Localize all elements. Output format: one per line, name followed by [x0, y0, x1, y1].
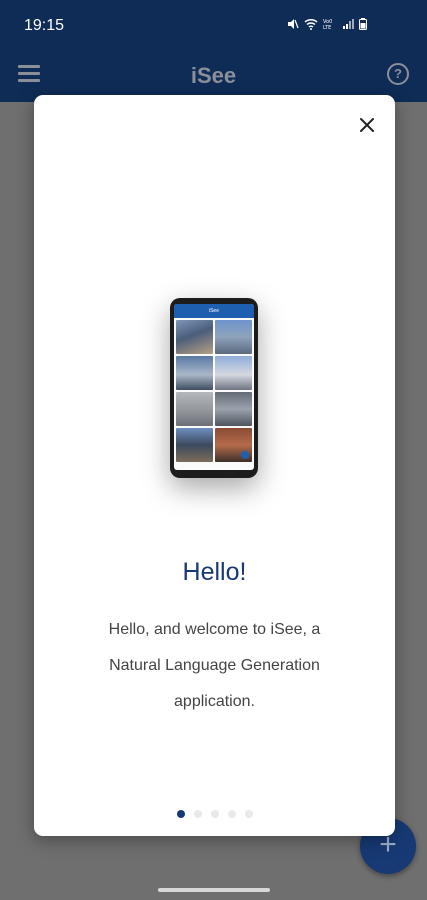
- photo-thumbnail: [176, 320, 213, 354]
- app-bar: iSee ?: [0, 46, 427, 102]
- mute-icon: [288, 19, 299, 29]
- svg-text:LTE: LTE: [323, 25, 331, 30]
- gesture-nav-handle[interactable]: [158, 888, 270, 892]
- page-dot[interactable]: [210, 810, 219, 818]
- status-bar: 19:15 Vo0 LTE: [0, 0, 427, 46]
- app-title: iSee: [190, 63, 237, 88]
- signal-icon: [343, 19, 354, 29]
- photo-thumbnail: [176, 428, 213, 462]
- phone-illustration: iSee: [170, 298, 258, 478]
- photo-thumbnail: [176, 356, 213, 390]
- photo-grid: [174, 318, 254, 464]
- page-indicator: [34, 810, 395, 818]
- close-icon[interactable]: [355, 113, 379, 137]
- help-icon[interactable]: ?: [387, 63, 409, 85]
- volte-icon: Vo0LTE: [323, 19, 332, 30]
- photo-thumbnail: [215, 320, 252, 354]
- page-dot[interactable]: [176, 810, 185, 818]
- battery-icon: [359, 18, 367, 30]
- status-icons: Vo0 LTE: [287, 18, 367, 30]
- onboarding-dialog: iSee Hello! Hello, and welcome to iSee, …: [34, 95, 395, 836]
- wifi-icon: [304, 18, 318, 30]
- photo-thumbnail: [215, 356, 252, 390]
- phone-screen: iSee: [174, 304, 254, 470]
- phone-app-bar: iSee: [174, 304, 254, 318]
- photo-thumbnail: [176, 392, 213, 426]
- page-dot[interactable]: [227, 810, 236, 818]
- status-time: 19:15: [24, 17, 65, 34]
- photo-thumbnail: [215, 392, 252, 426]
- photo-thumbnail: [215, 428, 252, 462]
- page-dot[interactable]: [244, 810, 253, 818]
- dialog-heading: Hello!: [182, 558, 247, 586]
- page-dot[interactable]: [193, 810, 202, 818]
- dialog-body: Hello, and welcome to iSee, a Natural La…: [108, 621, 321, 710]
